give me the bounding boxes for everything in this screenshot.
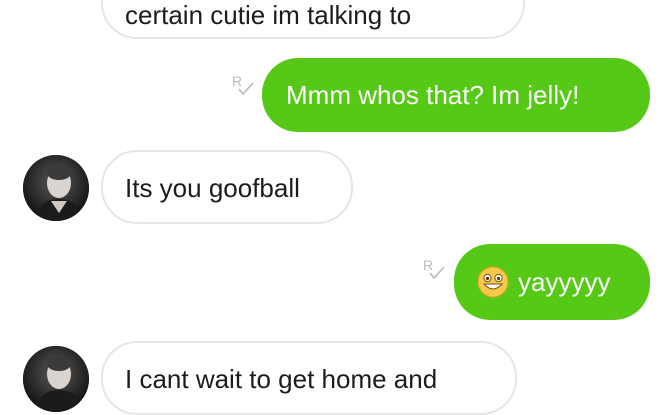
message-bubble-outgoing[interactable]: Mmm whos that? Im jelly! bbox=[262, 58, 650, 132]
contact-avatar[interactable] bbox=[23, 346, 89, 412]
message-bubble-outgoing[interactable]: yayyyyy bbox=[454, 244, 650, 320]
message-text: Mmm whos that? Im jelly! bbox=[286, 80, 580, 110]
message-text: yayyyyy bbox=[518, 267, 611, 297]
message-bubble-incoming[interactable]: I cant wait to get home and bbox=[101, 341, 517, 415]
message-text: Its you goofball bbox=[125, 173, 300, 203]
svg-text:R: R bbox=[423, 257, 433, 273]
svg-text:R: R bbox=[232, 73, 242, 89]
smiling-face-emoji-icon bbox=[477, 266, 509, 298]
message-bubble-incoming[interactable]: certain cutie im talking to bbox=[101, 0, 525, 39]
message-text: certain cutie im talking to bbox=[125, 0, 412, 30]
read-receipt-icon: R bbox=[232, 73, 254, 96]
read-receipt-icon: R bbox=[423, 257, 445, 280]
contact-avatar[interactable] bbox=[23, 155, 89, 221]
message-text: I cant wait to get home and bbox=[125, 364, 438, 394]
message-bubble-incoming[interactable]: Its you goofball bbox=[101, 150, 353, 224]
